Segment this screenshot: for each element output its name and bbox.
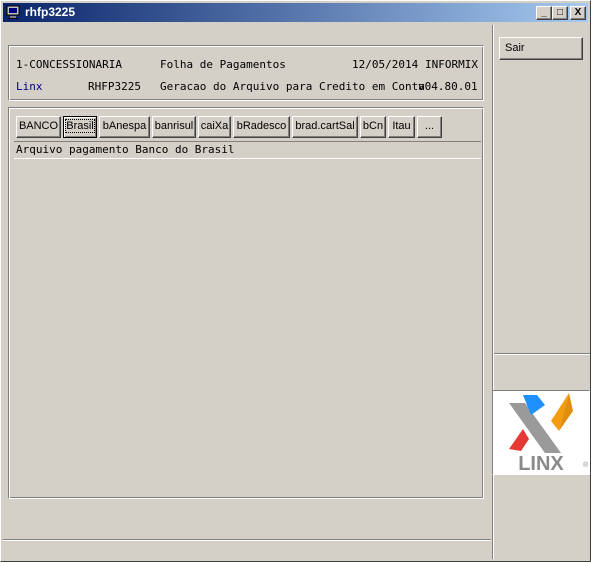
tab-label: Itau xyxy=(392,120,411,132)
app-window: rhfp3225 _ □ X 1-CONCESSIONARIA Folha de… xyxy=(0,0,591,562)
tab-label: bCn xyxy=(362,120,384,132)
tab-banespa[interactable]: bAnespa xyxy=(99,116,150,138)
sair-label: Sair xyxy=(505,42,525,54)
description-text: Arquivo pagamento Banco do Brasil xyxy=(16,143,235,156)
database-name: INFORMIX xyxy=(425,58,478,71)
program-code: RHFP3225 xyxy=(88,80,141,93)
linx-logo-icon: LINX ® xyxy=(509,393,589,475)
window-title: rhfp3225 xyxy=(25,5,76,19)
tab-label: caiXa xyxy=(200,120,229,132)
tab-label: BANCO xyxy=(18,120,59,132)
program-version: v04.80.01 xyxy=(418,80,478,93)
close-icon: X xyxy=(574,7,582,18)
tab-brasil[interactable]: Brasil xyxy=(63,116,97,138)
tab-bradesco[interactable]: bRadesco xyxy=(233,116,290,138)
minimize-icon: _ xyxy=(541,7,547,18)
vendor-name: Linx xyxy=(16,80,43,93)
tab-brad-cartsal[interactable]: brad.cartSal xyxy=(292,116,358,138)
module-name: Folha de Pagamentos xyxy=(160,58,286,71)
vertical-divider xyxy=(492,25,494,559)
tab-bcn[interactable]: bCn xyxy=(360,116,386,138)
header-panel: 1-CONCESSIONARIA Folha de Pagamentos 12/… xyxy=(8,45,484,101)
tab-label: bAnespa xyxy=(102,120,147,132)
tab-more[interactable]: ... xyxy=(417,116,442,138)
tab-label: brad.cartSal xyxy=(295,120,355,132)
tab-label: ... xyxy=(424,120,435,132)
logo-text: LINX xyxy=(518,453,564,474)
sair-button[interactable]: Sair xyxy=(499,37,583,60)
tab-itau[interactable]: Itau xyxy=(388,116,415,138)
maximize-button[interactable]: □ xyxy=(552,6,568,20)
tab-caixa[interactable]: caiXa xyxy=(198,116,231,138)
maximize-icon: □ xyxy=(556,7,564,18)
registered-mark: ® xyxy=(583,461,589,469)
minimize-button[interactable]: _ xyxy=(536,6,552,20)
title-bar[interactable]: rhfp3225 _ □ X xyxy=(3,3,588,22)
right-panel xyxy=(492,25,590,559)
tab-banco[interactable]: BANCO xyxy=(16,116,61,138)
tab-banrisul[interactable]: banrisul xyxy=(152,116,196,138)
tab-label: banrisul xyxy=(154,120,194,132)
tab-label: bRadesco xyxy=(236,120,287,132)
description-bar: Arquivo pagamento Banco do Brasil xyxy=(14,141,481,159)
close-button[interactable]: X xyxy=(570,6,586,20)
horizontal-divider xyxy=(494,353,590,355)
app-icon xyxy=(6,5,20,19)
current-date: 12/05/2014 xyxy=(352,58,419,71)
tab-label: Brasil xyxy=(65,119,95,133)
linx-logo: LINX ® xyxy=(492,390,590,475)
main-panel: BANCO Brasil bAnespa banrisul caiXa bRad… xyxy=(8,107,484,499)
program-description: Geracao do Arquivo para Credito em Conta xyxy=(160,80,425,93)
bottom-divider xyxy=(3,539,491,541)
company-name: 1-CONCESSIONARIA xyxy=(16,58,122,71)
